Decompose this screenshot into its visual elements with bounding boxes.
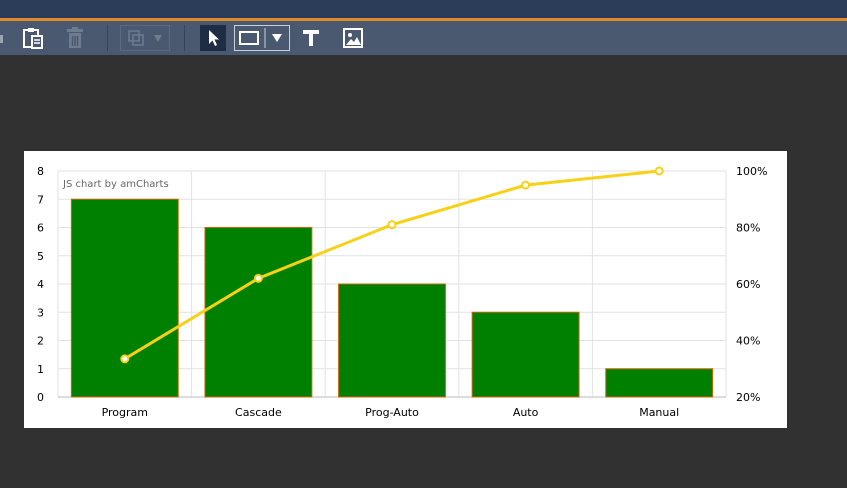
clipboard-icon bbox=[23, 28, 43, 49]
y-left-tick-label: 2 bbox=[37, 335, 44, 348]
y-left-tick-label: 5 bbox=[37, 250, 44, 263]
cumulative-point bbox=[253, 273, 263, 283]
cumulative-point bbox=[387, 220, 397, 230]
x-category-label: Prog-Auto bbox=[365, 406, 419, 419]
layers-icon bbox=[128, 30, 162, 46]
x-category-label: Auto bbox=[513, 406, 539, 419]
cursor-icon bbox=[209, 30, 219, 46]
bar bbox=[338, 283, 446, 398]
bar bbox=[70, 198, 179, 398]
cumulative-point bbox=[521, 180, 531, 190]
y-left-tick-label: 6 bbox=[37, 222, 44, 235]
partial-toolbar-button[interactable] bbox=[0, 25, 6, 51]
chart-credit: JS chart by amCharts bbox=[62, 179, 169, 190]
toolbar-separator bbox=[184, 25, 185, 51]
y-left-tick-label: 4 bbox=[37, 278, 44, 291]
delete-button[interactable] bbox=[62, 25, 88, 51]
y-left-tick-label: 0 bbox=[37, 391, 44, 404]
toolbar-separator bbox=[107, 25, 108, 51]
y-right-tick-label: 60% bbox=[736, 278, 760, 291]
x-category-label: Program bbox=[102, 406, 148, 419]
x-category-label: Cascade bbox=[235, 406, 282, 419]
y-right-tick-label: 40% bbox=[736, 335, 760, 348]
bar bbox=[605, 368, 714, 398]
bar bbox=[204, 227, 313, 398]
arrange-button[interactable] bbox=[120, 25, 170, 51]
y-left-tick-label: 3 bbox=[37, 306, 44, 319]
image-tool-button[interactable] bbox=[340, 25, 366, 51]
toolbar bbox=[0, 21, 847, 55]
shape-tool-button[interactable] bbox=[234, 25, 290, 51]
pareto-chart: 0 1 2 3 4 5 6 7 8 20% 40% 60% 80% 100% Program Cascade P… bbox=[37, 165, 767, 419]
chart-card[interactable]: 0 1 2 3 4 5 6 7 8 20% 40% 60% 80% 100% Program Cascade P… bbox=[24, 151, 787, 428]
text-icon bbox=[303, 30, 319, 46]
y-left-tick-label: 8 bbox=[37, 165, 44, 178]
cut-off-icon bbox=[0, 35, 3, 43]
window-titlebar bbox=[0, 0, 847, 18]
y-right-tick-label: 100% bbox=[736, 165, 767, 178]
text-tool-button[interactable] bbox=[298, 25, 324, 51]
cumulative-point bbox=[654, 166, 664, 176]
select-tool-button[interactable] bbox=[200, 25, 226, 51]
chevron-down-icon bbox=[272, 34, 282, 42]
paste-button[interactable] bbox=[20, 25, 46, 51]
rectangle-icon bbox=[239, 28, 282, 48]
bar bbox=[471, 311, 580, 398]
image-icon bbox=[343, 28, 363, 48]
trash-icon bbox=[67, 27, 83, 48]
y-right-tick-label: 20% bbox=[736, 391, 760, 404]
x-category-label: Manual bbox=[639, 406, 679, 419]
cumulative-point bbox=[120, 354, 130, 364]
y-right-tick-label: 80% bbox=[736, 222, 760, 235]
y-left-tick-label: 7 bbox=[37, 193, 44, 206]
y-left-tick-label: 1 bbox=[37, 363, 44, 376]
